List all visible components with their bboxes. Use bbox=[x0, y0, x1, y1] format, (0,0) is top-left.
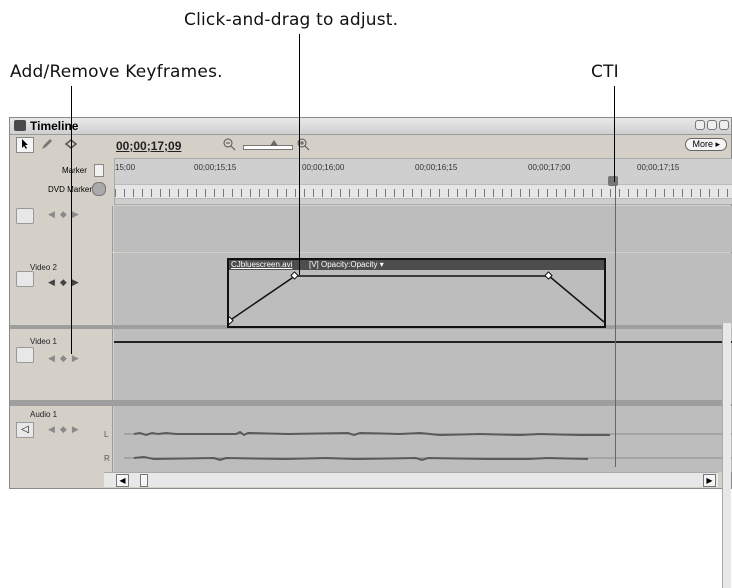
track-label-audio1: Audio 1 bbox=[30, 410, 58, 419]
ruler-time-label: 15;00 bbox=[115, 163, 136, 172]
ruler-time-label: 00;00;17;15 bbox=[637, 163, 680, 172]
opacity-rubber-band[interactable] bbox=[229, 260, 604, 326]
leader-cti bbox=[614, 86, 615, 182]
cti-line[interactable] bbox=[615, 185, 616, 467]
selection-tool-icon[interactable] bbox=[16, 137, 34, 153]
minimize-icon[interactable] bbox=[695, 120, 705, 130]
callout-adjust: Click-and-drag to adjust. bbox=[184, 10, 399, 30]
zoom-slider[interactable] bbox=[243, 145, 293, 150]
leader-keyframes bbox=[71, 86, 72, 354]
panel-titlebar: Timeline bbox=[10, 118, 731, 135]
pen-tool-icon[interactable] bbox=[38, 137, 56, 153]
marker-icon[interactable] bbox=[94, 164, 104, 177]
track-video1[interactable] bbox=[114, 329, 732, 404]
track-label-video2: Video 2 bbox=[30, 263, 57, 272]
speaker-icon[interactable]: ◁ bbox=[16, 422, 34, 438]
toolbar: 00;00;17;09 More ▸ bbox=[10, 135, 731, 157]
channel-left-label: L bbox=[104, 430, 109, 439]
ruler-time-label: 00;00;16;00 bbox=[302, 163, 345, 172]
track-audio1[interactable]: L R bbox=[104, 406, 732, 472]
ruler-time-label: 00;00;15;15 bbox=[194, 163, 237, 172]
keyframe-navigator-audio1[interactable]: ◀◆▶ bbox=[48, 424, 84, 435]
track-label-video1: Video 1 bbox=[30, 337, 57, 346]
timeline-icon bbox=[14, 120, 26, 131]
close-icon[interactable] bbox=[719, 120, 729, 130]
eye-icon[interactable] bbox=[16, 347, 34, 363]
keyframe-navigator-video1[interactable]: ◀◆▶ bbox=[48, 353, 84, 364]
channel-right-label: R bbox=[104, 454, 110, 463]
ruler-ticks bbox=[115, 189, 732, 197]
track-header-top: ◀◆▶ bbox=[10, 206, 113, 252]
horizontal-scrollbar[interactable]: ◀ ▶ bbox=[104, 472, 718, 487]
scroll-right-icon[interactable]: ▶ bbox=[703, 474, 716, 487]
clip-cjbluescreen[interactable]: CJbluescreen.avi [V] Opacity:Opacity ▾ bbox=[227, 258, 606, 328]
track-top[interactable] bbox=[114, 206, 732, 252]
eye-icon[interactable] bbox=[16, 271, 34, 287]
track-header-video2: Video 2 ◀◆▶ bbox=[10, 253, 113, 329]
more-button[interactable]: More ▸ bbox=[685, 138, 727, 151]
leader-adjust bbox=[299, 34, 300, 275]
time-ruler[interactable]: 15;00 00;00;15;15 00;00;16;00 00;00;16;1… bbox=[114, 158, 732, 205]
scroll-thumb[interactable] bbox=[140, 474, 148, 487]
marker-labels: Marker DVD Marker bbox=[10, 158, 113, 205]
cti-handle[interactable] bbox=[608, 176, 618, 186]
track-header-audio1: Audio 1 ◁ ◀◆▶ bbox=[10, 406, 113, 472]
scroll-left-icon[interactable]: ◀ bbox=[116, 474, 129, 487]
dvd-marker-label: DVD Marker bbox=[48, 185, 93, 194]
keyframe-navigator[interactable]: ◀◆▶ bbox=[48, 209, 84, 220]
ruler-time-label: 00;00;16;15 bbox=[415, 163, 458, 172]
track-header-video1: Video 1 ◀◆▶ bbox=[10, 329, 113, 404]
keyframe-navigator-video2[interactable]: ◀◆▶ bbox=[48, 277, 84, 288]
audio-waveform bbox=[124, 430, 732, 462]
zoom-slider-thumb[interactable] bbox=[270, 140, 278, 146]
marker-label: Marker bbox=[62, 166, 87, 175]
callout-cti: CTI bbox=[591, 62, 619, 82]
zoom-out-icon[interactable] bbox=[222, 137, 236, 156]
callout-keyframes: Add/Remove Keyframes. bbox=[10, 62, 223, 82]
eye-icon[interactable] bbox=[16, 208, 34, 224]
dvd-marker-icon[interactable] bbox=[92, 182, 106, 196]
vertical-scrollbar[interactable] bbox=[722, 323, 731, 588]
maximize-icon[interactable] bbox=[707, 120, 717, 130]
current-timecode[interactable]: 00;00;17;09 bbox=[116, 139, 181, 153]
ruler-time-label: 00;00;17;00 bbox=[528, 163, 571, 172]
opacity-line[interactable] bbox=[114, 341, 732, 343]
